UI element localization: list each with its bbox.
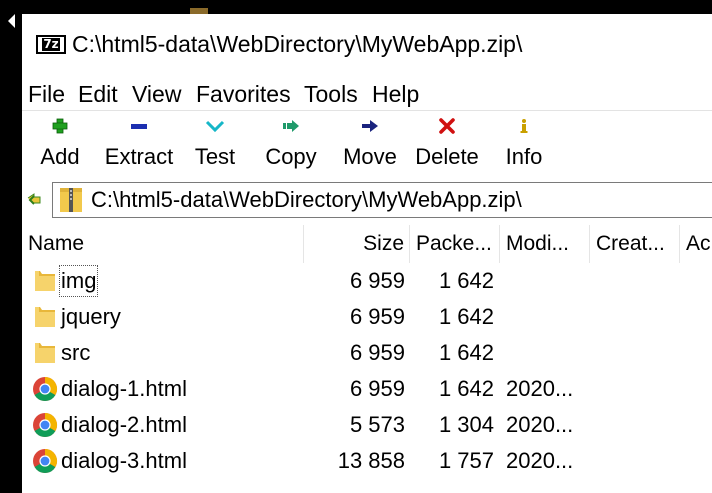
test-icon [205,120,225,133]
file-size: 13 858 [337,448,405,473]
menu-tools[interactable]: Tools [304,81,358,108]
7zip-logo-icon: 7z [36,35,66,54]
menu-help[interactable]: Help [372,81,419,108]
file-name: img [57,263,100,299]
title-bar: 7z C:\html5-data\WebDirectory\MyWebApp.z… [22,14,712,76]
file-row[interactable]: dialog-2.html 5 573 1 304 2020... [22,407,712,443]
column-header: Name Size Packe... Modi... Creat... Ac [22,225,712,263]
menu-favorites[interactable]: Favorites [196,81,291,108]
move-label: Move [343,144,397,169]
file-modified: 2020... [506,448,574,473]
menu-view[interactable]: View [132,81,181,108]
file-size: 6 959 [349,268,405,293]
info-button[interactable]: Info [498,111,550,177]
extract-icon [131,124,147,129]
test-label: Test [194,144,236,169]
file-size: 6 959 [349,304,405,329]
app-logo-text: 7z [42,37,60,51]
info-label: Info [505,144,543,169]
file-row[interactable]: src 6 959 1 642 [22,335,712,371]
file-packed: 1 642 [438,268,494,293]
side-strip [0,0,22,493]
chrome-html-icon [33,377,58,402]
file-modified [506,335,590,371]
file-packed: 1 642 [438,376,494,401]
file-packed: 1 304 [438,412,494,437]
toolbar: Add Extract Test Copy Move Delete Info [22,111,712,177]
file-modified: 2020... [506,376,574,401]
file-size: 6 959 [349,376,405,401]
zip-archive-icon [60,188,82,212]
add-label: Add [40,144,80,169]
add-button[interactable]: Add [34,111,86,177]
path-input[interactable]: C:\html5-data\WebDirectory\MyWebApp.zip\ [52,182,712,218]
column-modified[interactable]: Modi... [500,225,590,263]
folder-icon [35,271,55,291]
copy-button[interactable]: Copy [260,111,322,177]
copy-icon [283,120,299,132]
file-name: jquery [61,304,121,329]
delete-label: Delete [415,144,479,169]
folder-icon [35,343,55,363]
test-button[interactable]: Test [190,111,240,177]
file-row[interactable]: dialog-1.html 6 959 1 642 2020... [22,371,712,407]
path-text: C:\html5-data\WebDirectory\MyWebApp.zip\ [91,187,522,212]
column-created[interactable]: Creat... [590,225,680,263]
column-size[interactable]: Size [304,225,410,263]
collapse-arrow-icon[interactable] [8,14,15,28]
file-row[interactable]: dialog-3.html 13 858 1 757 2020... [22,443,712,479]
move-icon [362,120,378,132]
move-button[interactable]: Move [338,111,402,177]
up-folder-icon[interactable] [26,192,42,208]
file-size: 5 573 [349,412,405,437]
copy-label: Copy [265,144,317,169]
file-packed: 1 642 [438,304,494,329]
file-modified [506,299,590,335]
file-row[interactable]: img 6 959 1 642 [22,263,712,299]
menu-bar: File Edit View Favorites Tools Help [22,76,712,111]
archive-window: 7z C:\html5-data\WebDirectory\MyWebApp.z… [22,14,712,493]
file-row[interactable]: jquery 6 959 1 642 [22,299,712,335]
add-icon [52,118,68,134]
delete-button[interactable]: Delete [410,111,484,177]
window-title: C:\html5-data\WebDirectory\MyWebApp.zip\ [72,31,523,57]
menu-file[interactable]: File [28,81,65,108]
column-packed[interactable]: Packe... [410,225,500,263]
file-name: dialog-2.html [61,412,187,437]
folder-icon [35,307,55,327]
file-name: dialog-3.html [61,448,187,473]
column-accessed[interactable]: Ac [680,225,712,263]
file-modified: 2020... [506,412,574,437]
file-packed: 1 757 [438,448,494,473]
file-modified [506,263,590,299]
extract-label: Extract [104,144,174,169]
file-name: dialog-1.html [61,376,187,401]
delete-icon [439,118,455,134]
file-packed: 1 642 [438,340,494,365]
column-name[interactable]: Name [22,225,304,263]
chrome-html-icon [33,449,58,474]
file-name: src [61,340,91,365]
extract-button[interactable]: Extract [98,111,180,177]
chrome-html-icon [33,413,58,438]
file-size: 6 959 [349,340,405,365]
info-icon [520,119,528,133]
background-strip [0,0,712,14]
address-bar: C:\html5-data\WebDirectory\MyWebApp.zip\ [22,179,712,223]
menu-edit[interactable]: Edit [78,81,118,108]
